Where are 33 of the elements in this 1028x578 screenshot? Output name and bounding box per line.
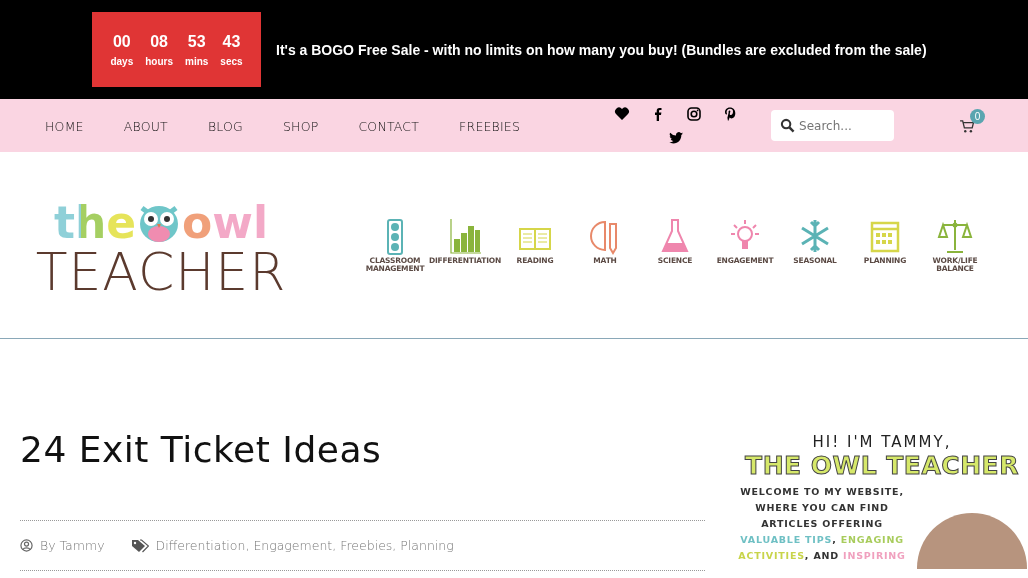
countdown-value: 43 (222, 32, 241, 51)
tag-link[interactable]: Planning (400, 538, 454, 553)
banner-title: THE OWL TEACHER (745, 451, 1019, 480)
post-author[interactable]: By Tammy (40, 538, 105, 553)
sale-message: It's a BOGO Free Sale - with no limits on how many you buy! (Bundles are excluded from the sale) (276, 41, 927, 58)
nav-link[interactable]: ABOUT (123, 118, 168, 134)
tags-icon (130, 538, 149, 553)
search-field[interactable]: Search... (771, 110, 895, 141)
countdown-unit: mins (185, 55, 209, 67)
cart-count-badge: 0 (970, 109, 985, 124)
countdown-value: 08 (150, 32, 168, 51)
cart-icon[interactable] (960, 120, 974, 133)
instagram-icon[interactable] (686, 105, 703, 122)
banner-greeting: HI! I'M TAMMY, (812, 433, 952, 451)
countdown-unit: secs (220, 55, 243, 67)
user-icon (20, 539, 33, 552)
countdown-unit: days (110, 55, 134, 67)
nav-link[interactable]: HOME (45, 118, 84, 134)
nav-link[interactable]: FREEBIES (459, 118, 521, 134)
countdown-value: 53 (187, 32, 206, 51)
twitter-icon[interactable] (668, 129, 685, 146)
tag-link[interactable]: Freebies, (340, 538, 397, 553)
tag-link[interactable]: Engagement, (253, 538, 337, 553)
banner-intro: WELCOME TO MY WEBSITE, WHERE YOU CAN FIND ARTICLES OFFERING VALUABLE TIPS, ENGAGING ACTIVITIES, AND INSPIRING (737, 485, 907, 563)
heart-icon[interactable] (614, 105, 631, 122)
tag-link[interactable]: Differentiation, (155, 538, 250, 553)
nav-link[interactable]: CONTACT (358, 118, 420, 134)
nav-link[interactable]: BLOG (207, 118, 243, 134)
logo-text: TEACHER (35, 245, 287, 299)
post-title: 24 Exit Ticket Ideas (20, 429, 383, 470)
countdown-unit: hours (145, 55, 173, 67)
countdown-value: 00 (112, 32, 131, 51)
nav-link[interactable]: SHOP (282, 118, 319, 134)
